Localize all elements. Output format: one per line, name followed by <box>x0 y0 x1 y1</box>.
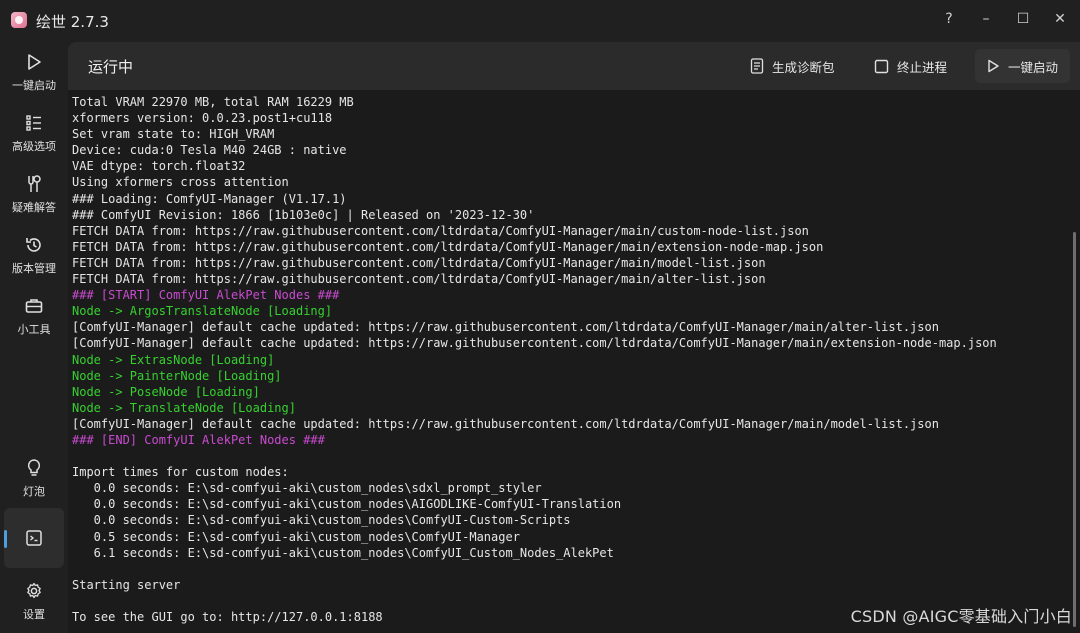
sidebar-item-label: 设置 <box>23 608 45 621</box>
console-line: Node -> PoseNode [Loading] <box>72 384 260 399</box>
terminate-process-button[interactable]: 终止进程 <box>874 49 947 83</box>
sidebar-item-label: 版本管理 <box>12 262 56 275</box>
console-line: 0.5 seconds: E:\sd-comfyui-aki\custom_no… <box>72 529 520 544</box>
sidebar-item-label: 一键启动 <box>12 79 56 92</box>
sidebar-item-console[interactable] <box>4 508 64 568</box>
console-line: Node -> TranslateNode [Loading] <box>72 400 296 415</box>
console-line: 0.0 seconds: E:\sd-comfyui-aki\custom_no… <box>72 481 542 496</box>
console-line: Node -> PainterNode [Loading] <box>72 368 282 383</box>
maximize-button[interactable]: ☐ <box>1008 6 1038 32</box>
console-line: ### ComfyUI Revision: 1866 [1b103e0c] | … <box>72 207 535 222</box>
console-line: Total VRAM 22970 MB, total RAM 16229 MB <box>72 95 354 109</box>
toolbar: 运行中 生成诊断包 终止进程 一键启动 <box>68 42 1080 90</box>
sidebar-item-versions[interactable]: 版本管理 <box>4 229 64 285</box>
play-icon <box>28 54 41 70</box>
main-panel: 运行中 生成诊断包 终止进程 一键启动 Total VRAM 22970 MB,… <box>68 42 1080 633</box>
console-line: Starting server <box>72 577 181 592</box>
lightbulb-icon <box>27 459 41 476</box>
console-line: [ComfyUI-Manager] default cache updated:… <box>72 320 939 335</box>
sidebar-item-label: 高级选项 <box>12 140 56 153</box>
history-icon <box>26 238 41 252</box>
console-line: xformers version: 0.0.23.post1+cu118 <box>72 111 333 126</box>
console-line: 0.0 seconds: E:\sd-comfyui-aki\custom_no… <box>72 497 622 512</box>
sidebar-item-advanced[interactable]: 高级选项 <box>4 107 64 163</box>
console-line: FETCH DATA from: https://raw.githubuserc… <box>72 239 824 254</box>
stop-icon <box>874 59 889 73</box>
gear-icon <box>27 582 41 599</box>
console-line: Node -> ExtrasNode [Loading] <box>72 352 275 367</box>
tools-icon <box>28 175 41 192</box>
sidebar: 一键启动 高级选项 疑难解答 版本管理 小工具 灯泡 设置 <box>0 42 68 633</box>
generate-diagnostic-button[interactable]: 生成诊断包 <box>750 49 835 83</box>
console-line: ### Loading: ComfyUI-Manager (V1.17.1) <box>72 191 347 206</box>
app-logo-icon <box>11 12 27 28</box>
console-line: FETCH DATA from: https://raw.githubuserc… <box>72 223 809 238</box>
toolbox-icon <box>25 299 43 313</box>
list-icon <box>26 115 41 131</box>
generate-diagnostic-label: 生成诊断包 <box>772 59 835 75</box>
console-line: ### [START] ComfyUI AlekPet Nodes ### <box>72 288 340 303</box>
launch-button[interactable]: 一键启动 <box>975 49 1071 83</box>
console-line: [ComfyUI-Manager] default cache updated:… <box>72 416 939 431</box>
sidebar-item-lightbulb[interactable]: 灯泡 <box>4 452 64 508</box>
console-line: FETCH DATA from: https://raw.githubuserc… <box>72 255 766 270</box>
play-icon <box>988 59 999 73</box>
sidebar-item-label: 小工具 <box>17 323 51 336</box>
sidebar-item-launch[interactable]: 一键启动 <box>4 46 64 102</box>
console-line: 0.0 seconds: E:\sd-comfyui-aki\custom_no… <box>72 513 571 528</box>
sidebar-item-settings[interactable]: 设置 <box>4 575 64 631</box>
help-button[interactable]: ? <box>934 6 964 32</box>
console-icon <box>26 530 42 546</box>
sidebar-item-label: 灯泡 <box>23 485 45 498</box>
sidebar-item-tools[interactable]: 小工具 <box>4 290 64 346</box>
console-line: FETCH DATA from: https://raw.githubuserc… <box>72 272 766 287</box>
console-line: VAE dtype: torch.float32 <box>72 159 246 174</box>
console-line: Using xformers cross attention <box>72 175 289 190</box>
console-line: 6.1 seconds: E:\sd-comfyui-aki\custom_no… <box>72 545 614 560</box>
title-bar: 绘世 2.7.3 ? – ☐ ✕ <box>0 0 1080 42</box>
sidebar-item-label: 疑难解答 <box>12 201 56 214</box>
page-title: 运行中 <box>88 58 134 76</box>
launch-label: 一键启动 <box>1008 59 1059 75</box>
watermark: CSDN @AIGC零基础入门小白 <box>850 607 1072 626</box>
console-line: Set vram state to: HIGH_VRAM <box>72 127 275 142</box>
console-line: Import times for custom nodes: <box>72 465 289 480</box>
sidebar-item-troubleshoot[interactable]: 疑难解答 <box>4 168 64 224</box>
console-line: [ComfyUI-Manager] default cache updated:… <box>72 336 997 351</box>
active-indicator <box>4 530 7 548</box>
minimize-button[interactable]: – <box>971 6 1001 32</box>
console-line: Node -> ArgosTranslateNode [Loading] <box>72 304 333 319</box>
document-icon <box>750 58 764 74</box>
console-output[interactable]: Total VRAM 22970 MB, total RAM 16229 MB x… <box>72 94 1062 626</box>
console-line: ### [END] ComfyUI AlekPet Nodes ### <box>72 432 325 447</box>
console-scrollbar[interactable] <box>1073 232 1076 627</box>
close-button[interactable]: ✕ <box>1045 6 1075 32</box>
console-line: Device: cuda:0 Tesla M40 24GB : native <box>72 143 347 158</box>
terminate-process-label: 终止进程 <box>897 59 948 75</box>
app-title: 绘世 2.7.3 <box>36 13 109 31</box>
